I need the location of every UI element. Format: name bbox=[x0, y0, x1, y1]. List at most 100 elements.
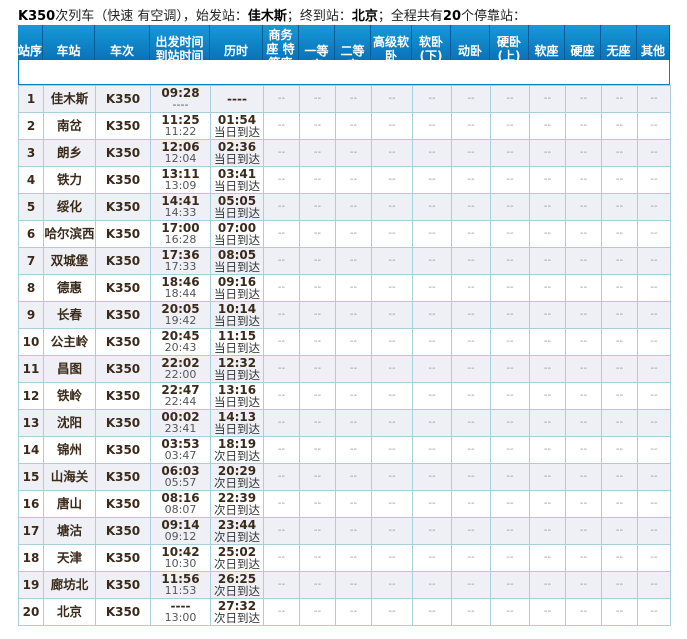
seat-availability: -- bbox=[335, 571, 372, 599]
seat-availability: -- bbox=[299, 571, 336, 599]
seat-availability: -- bbox=[490, 301, 530, 329]
seat-availability: -- bbox=[529, 490, 566, 518]
seat-availability: -- bbox=[335, 274, 372, 302]
train-number: K350 bbox=[95, 463, 151, 491]
duration: ---- bbox=[210, 85, 264, 113]
times: 00:02 23:41 bbox=[150, 409, 211, 437]
seat-availability: -- bbox=[335, 436, 372, 464]
duration: 25:02 次日到达 bbox=[210, 544, 264, 572]
arrival-day: 当日到达 bbox=[214, 152, 260, 166]
seat-availability: -- bbox=[451, 517, 491, 545]
station-name: 锦州 bbox=[43, 436, 96, 464]
train-number: K350 bbox=[95, 544, 151, 572]
column-header: 出发时间 到站时间 bbox=[150, 25, 210, 60]
seat-availability: -- bbox=[263, 112, 300, 140]
station-name: 廊坊北 bbox=[43, 571, 96, 599]
seat-availability: -- bbox=[371, 490, 413, 518]
arrival-day: 次日到达 bbox=[214, 611, 260, 625]
column-header: 硬座 bbox=[565, 25, 601, 60]
arrival-day: 次日到达 bbox=[214, 476, 260, 490]
stop-number: 19 bbox=[18, 571, 44, 599]
duration: 07:00 当日到达 bbox=[210, 220, 264, 248]
seat-availability: -- bbox=[299, 247, 336, 275]
duration: 23:44 次日到达 bbox=[210, 517, 264, 545]
seat-availability: -- bbox=[601, 139, 638, 167]
seat-availability: -- bbox=[263, 598, 300, 626]
seat-availability: -- bbox=[529, 274, 566, 302]
stop-number: 1 bbox=[18, 85, 44, 113]
seat-availability: -- bbox=[637, 193, 671, 221]
seat-availability: -- bbox=[335, 544, 372, 572]
duration: 22:39 次日到达 bbox=[210, 490, 264, 518]
times: 17:00 16:28 bbox=[150, 220, 211, 248]
stop-number: 14 bbox=[18, 436, 44, 464]
seat-availability: -- bbox=[565, 436, 602, 464]
seat-availability: -- bbox=[263, 220, 300, 248]
station-name: 佳木斯 bbox=[43, 85, 96, 113]
duration: 20:29 次日到达 bbox=[210, 463, 264, 491]
duration: 02:36 当日到达 bbox=[210, 139, 264, 167]
seat-availability: -- bbox=[412, 490, 452, 518]
seat-availability: -- bbox=[601, 598, 638, 626]
seat-availability: -- bbox=[335, 517, 372, 545]
arrival-day: 次日到达 bbox=[214, 530, 260, 544]
seat-availability: -- bbox=[263, 409, 300, 437]
seat-availability: -- bbox=[529, 436, 566, 464]
seat-availability: -- bbox=[451, 301, 491, 329]
seat-availability: -- bbox=[451, 382, 491, 410]
seat-availability: -- bbox=[263, 166, 300, 194]
seat-availability: -- bbox=[529, 598, 566, 626]
arrival-day: 当日到达 bbox=[214, 395, 260, 409]
times: 09:28 ---- bbox=[150, 85, 211, 113]
arrival-day: 当日到达 bbox=[214, 314, 260, 328]
seat-availability: -- bbox=[371, 598, 413, 626]
seat-availability: -- bbox=[299, 139, 336, 167]
seat-availability: -- bbox=[451, 436, 491, 464]
seat-availability: -- bbox=[601, 166, 638, 194]
arrival-time: 12:04 bbox=[164, 152, 197, 165]
seat-availability: -- bbox=[299, 490, 336, 518]
seat-availability: -- bbox=[490, 463, 530, 491]
arrival-time: 22:00 bbox=[164, 368, 197, 381]
duration: 03:41 当日到达 bbox=[210, 166, 264, 194]
seat-availability: -- bbox=[490, 166, 530, 194]
train-number: K350 bbox=[95, 247, 151, 275]
table-row: 15 山海关 K350 06:03 05:57 20:29 次日到达 -- -- -- --… bbox=[18, 463, 671, 491]
arrival-day: 次日到达 bbox=[214, 557, 260, 571]
seat-availability: -- bbox=[490, 220, 530, 248]
column-header: 车次 bbox=[95, 25, 150, 60]
seat-availability: -- bbox=[565, 463, 602, 491]
duration: 11:15 当日到达 bbox=[210, 328, 264, 356]
train-number: K350 bbox=[95, 112, 151, 140]
table-row: 13 沈阳 K350 00:02 23:41 14:13 当日到达 -- -- -- -- -… bbox=[18, 409, 671, 437]
seat-availability: -- bbox=[371, 409, 413, 437]
stop-number: 10 bbox=[18, 328, 44, 356]
seat-availability: -- bbox=[371, 112, 413, 140]
table-row: 14 锦州 K350 03:53 03:47 18:19 次日到达 -- -- -- -- -… bbox=[18, 436, 671, 464]
seat-availability: -- bbox=[565, 328, 602, 356]
duration: 27:32 次日到达 bbox=[210, 598, 264, 626]
seat-availability: -- bbox=[565, 409, 602, 437]
train-number: K350 bbox=[95, 598, 151, 626]
seat-availability: -- bbox=[371, 220, 413, 248]
seat-availability: -- bbox=[412, 139, 452, 167]
seat-availability: -- bbox=[529, 247, 566, 275]
seat-availability: -- bbox=[637, 85, 671, 113]
table-row: 10 公主岭 K350 20:45 20:43 11:15 当日到达 -- -- -- --… bbox=[18, 328, 671, 356]
seat-availability: -- bbox=[451, 490, 491, 518]
seat-availability: -- bbox=[371, 382, 413, 410]
duration: 10:14 当日到达 bbox=[210, 301, 264, 329]
station-name: 沈阳 bbox=[43, 409, 96, 437]
seat-availability: -- bbox=[601, 247, 638, 275]
table-row: 7 双城堡 K350 17:36 17:33 08:05 当日到达 -- -- -- -- -… bbox=[18, 247, 671, 275]
seat-availability: -- bbox=[451, 166, 491, 194]
train-number: K350 bbox=[95, 193, 151, 221]
seat-availability: -- bbox=[299, 193, 336, 221]
seat-availability: -- bbox=[299, 517, 336, 545]
station-name: 长春 bbox=[43, 301, 96, 329]
column-header: 二等座 bbox=[335, 25, 371, 60]
arrival-day: 当日到达 bbox=[214, 341, 260, 355]
arrival-time: 22:44 bbox=[164, 395, 197, 408]
times: 06:03 05:57 bbox=[150, 463, 211, 491]
column-header: 历时 bbox=[210, 25, 263, 60]
